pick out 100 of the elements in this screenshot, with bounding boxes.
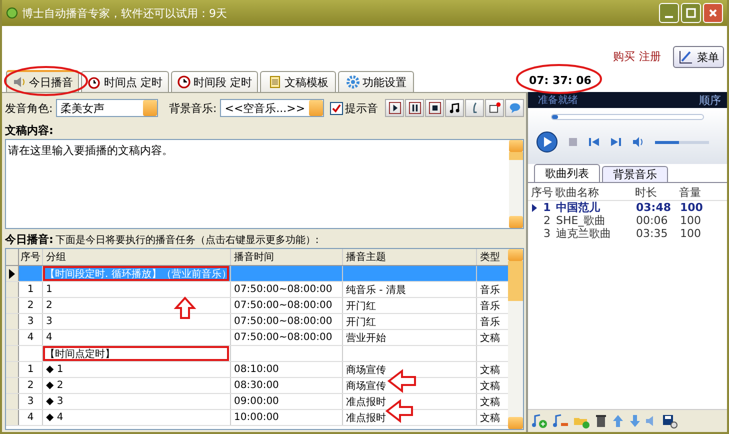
table-cell: 2	[19, 378, 43, 393]
table-cell: 3	[19, 394, 43, 409]
tab[interactable]: 功能设置	[338, 71, 414, 92]
minimize-button[interactable]	[659, 3, 679, 23]
song-cell-text: SHE_歌曲	[556, 213, 607, 228]
table-cell: ◆ 1	[43, 362, 231, 377]
volume-icon[interactable]	[632, 136, 645, 148]
song-cell-text: 迪克兰歌曲	[556, 227, 612, 241]
next-button[interactable]	[610, 136, 622, 148]
table-cell: 08:30:00	[231, 378, 343, 393]
table-cell-text: 文稿	[479, 380, 501, 393]
close-icon	[708, 8, 718, 18]
column-header[interactable]: 歌曲名称	[555, 184, 635, 200]
song-cell-text: 100	[680, 201, 704, 214]
play-button[interactable]	[536, 131, 558, 153]
table-cell: 09:00:00	[231, 394, 343, 409]
tab[interactable]: 歌曲列表	[534, 164, 600, 182]
tab[interactable]: 文稿模板	[260, 71, 336, 92]
group-label[interactable]: 【时间点定时】	[43, 346, 229, 361]
scrollbar[interactable]	[508, 249, 523, 429]
save-icon[interactable]	[662, 413, 678, 429]
background-music-dropdown[interactable]: <<空音乐...>>	[220, 99, 324, 117]
remove-song-icon[interactable]	[552, 413, 570, 429]
table-cell: 4	[19, 330, 43, 345]
column-header[interactable]: 类型	[477, 249, 508, 265]
tab[interactable]: 背景音乐	[602, 166, 668, 182]
content-label: 文稿内容:	[5, 123, 54, 139]
table-cell: 1	[19, 362, 43, 377]
app-icon	[6, 7, 18, 19]
table-cell: ◆ 3	[43, 394, 231, 409]
table-cell-text: 文稿	[479, 364, 501, 377]
song-cell-text: 100	[680, 214, 702, 227]
table-cell-text: 文稿	[479, 396, 501, 409]
today-hint: 下面是今日将要执行的播音任务（点击右键显示更多功能）:	[55, 234, 319, 247]
header-link[interactable]: 购买	[613, 49, 635, 64]
song-cell-text: 2	[542, 214, 552, 227]
table-cell: 07:50:00~08:00:00	[231, 298, 343, 313]
tab[interactable]: 时间段 定时	[170, 71, 258, 92]
stop-button[interactable]	[425, 99, 444, 117]
column-header[interactable]: 分组	[43, 249, 231, 265]
column-header[interactable]: 序号	[529, 184, 555, 200]
voice-dropdown[interactable]: 柔美女声	[56, 99, 158, 117]
song-cell-text: 3	[542, 227, 552, 240]
song-cell-text: 03:48	[636, 201, 672, 214]
volume-slider[interactable]	[655, 140, 709, 144]
table-cell-text: 文稿	[479, 412, 501, 425]
row-pointer-icon	[9, 268, 15, 278]
column-header[interactable]: 音量	[679, 184, 709, 200]
table-cell: 4	[19, 410, 43, 425]
table-cell: 开门红	[343, 298, 477, 313]
background-music-label: 背景音乐:	[169, 100, 217, 116]
row-header[interactable]	[6, 266, 19, 281]
prompt-tone-checkbox[interactable]: 提示音	[330, 100, 378, 116]
minimize-icon	[665, 16, 673, 18]
player-status: 准备就绪	[538, 94, 578, 107]
tab[interactable]: 时间点 定时	[81, 71, 168, 92]
play-button[interactable]	[385, 99, 404, 117]
table-cell: 4	[43, 330, 231, 345]
close-button[interactable]	[703, 3, 723, 23]
column-header[interactable]: 时长	[635, 184, 679, 200]
music-note-icon[interactable]	[445, 99, 464, 117]
table-cell: 开门红	[343, 314, 477, 329]
add-song-icon[interactable]	[531, 413, 549, 429]
maximize-button[interactable]	[681, 3, 701, 23]
table-cell-text: 音乐	[479, 284, 501, 297]
speaker-icon	[12, 75, 26, 89]
table-cell: 07:50:00~08:00:00	[231, 330, 343, 345]
tab[interactable]: 今日播音	[6, 70, 79, 92]
song-cell-text: 100	[680, 227, 702, 240]
chart-icon	[678, 49, 694, 65]
annotation-arrow	[385, 398, 413, 424]
column-header[interactable]: 序号	[19, 249, 43, 265]
seek-bar[interactable]	[551, 114, 704, 120]
table-cell: 1	[19, 282, 43, 297]
table-cell: 07:50:00~08:00:00	[231, 314, 343, 329]
checkmark-icon	[332, 104, 341, 112]
header-link[interactable]: 注册	[639, 49, 661, 64]
table-cell-text: 文稿	[479, 332, 501, 345]
table-cell: 08:10:00	[231, 362, 343, 377]
pause-button[interactable]	[405, 99, 424, 117]
column-header[interactable]: 播音时间	[231, 249, 343, 265]
table-cell: 07:50:00~08:00:00	[231, 282, 343, 297]
previous-button[interactable]	[588, 136, 600, 148]
column-header[interactable]: 播音主题	[343, 249, 477, 265]
annotation-arrow	[174, 296, 196, 319]
table-cell-text: 音乐	[479, 316, 501, 329]
table-cell: 纯音乐 - 清晨	[343, 282, 477, 297]
table-cell: 1	[43, 282, 231, 297]
table-cell: 2	[19, 298, 43, 313]
alarm-clock-icon	[87, 75, 101, 89]
table-cell: ◆ 4	[43, 410, 231, 425]
gear-icon	[346, 75, 360, 89]
play-mode[interactable]: 顺序	[699, 92, 721, 108]
document-icon	[268, 75, 282, 89]
menu-button[interactable]: 菜单	[673, 46, 724, 68]
scrollbar[interactable]	[509, 140, 523, 228]
table-cell: 营业开始	[343, 330, 477, 345]
content-text-area[interactable]: 请在这里输入要插播的文稿内容。	[5, 139, 524, 229]
trash-icon[interactable]	[594, 413, 608, 429]
move-down-icon[interactable]	[628, 413, 642, 429]
